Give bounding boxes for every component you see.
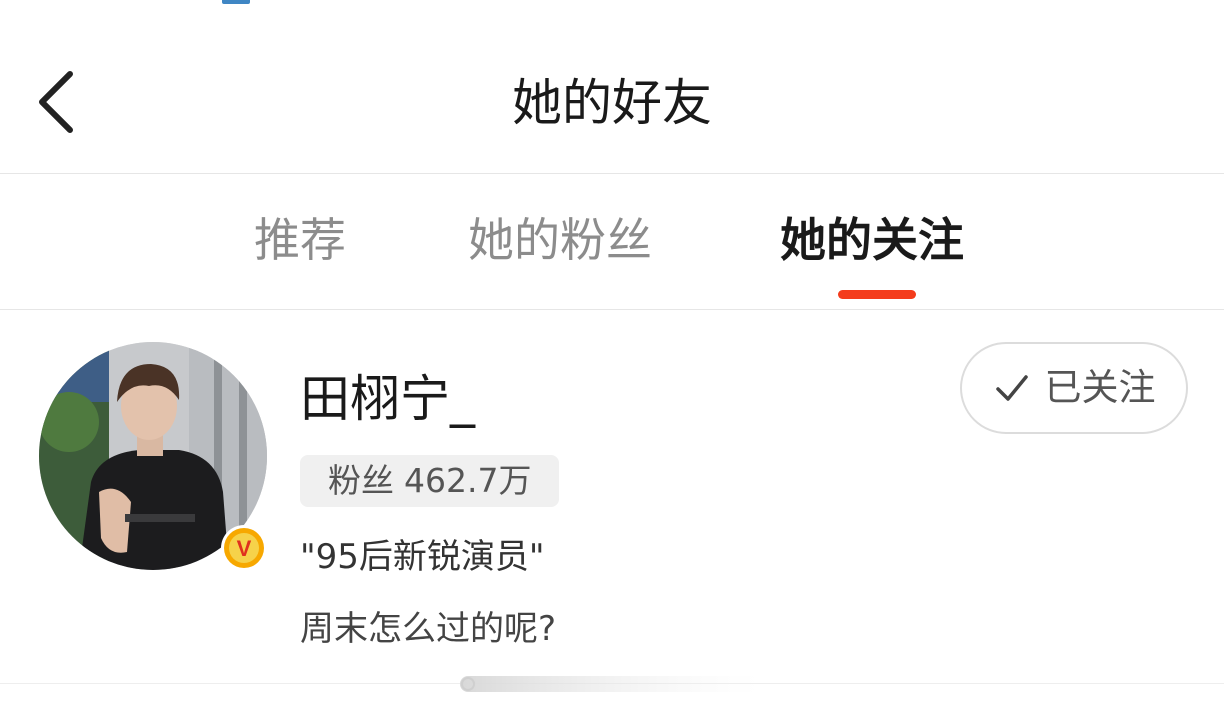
status-bar-fragment <box>222 0 250 4</box>
following-button-label: 已关注 <box>1044 366 1156 409</box>
tab-her-following[interactable]: 她的关注 <box>780 208 964 272</box>
list-item[interactable]: V 田栩宁_ 粉丝 462.7万 "95后新锐演员" 周末怎么过的呢? 已关注 <box>0 310 1224 684</box>
recent-post-text[interactable]: 周末怎么过的呢? <box>300 604 556 654</box>
fans-count: 462.7万 <box>404 461 532 500</box>
page-title: 她的好友 <box>512 74 712 132</box>
tab-recommend[interactable]: 推荐 <box>254 208 346 272</box>
scroll-indicator <box>460 676 760 692</box>
user-bio: "95后新锐演员" <box>300 537 545 577</box>
active-tab-indicator <box>838 290 916 299</box>
username[interactable]: 田栩宁_ <box>300 366 475 432</box>
verified-badge-icon: V <box>221 525 267 571</box>
svg-text:V: V <box>237 536 252 561</box>
tab-her-fans[interactable]: 她的粉丝 <box>468 208 652 272</box>
fans-label: 粉丝 <box>328 461 394 500</box>
following-button[interactable]: 已关注 <box>960 342 1188 434</box>
tab-bar: 推荐 她的粉丝 她的关注 <box>0 174 1224 310</box>
top-bar: 她的好友 <box>0 0 1224 174</box>
fans-count-badge: 粉丝 462.7万 <box>300 455 560 507</box>
check-icon <box>995 375 1028 401</box>
